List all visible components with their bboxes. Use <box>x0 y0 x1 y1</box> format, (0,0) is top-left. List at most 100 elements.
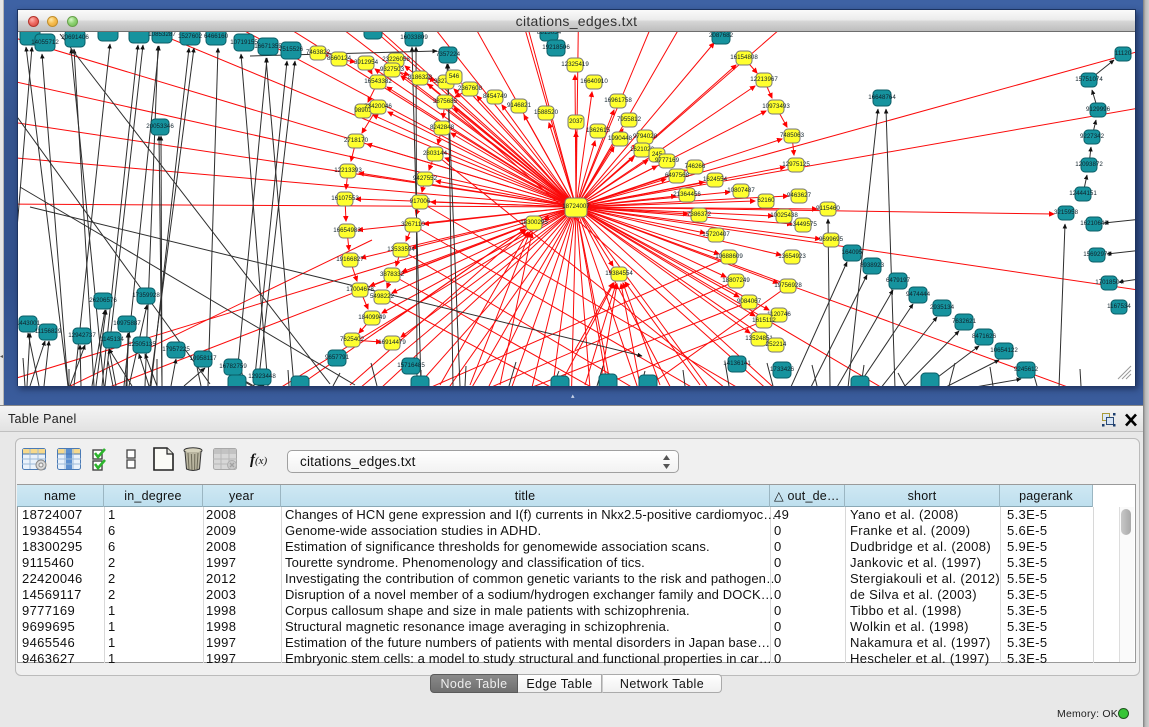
svg-text:6466160: 6466160 <box>204 33 229 40</box>
svg-text:9427552: 9427552 <box>413 175 438 182</box>
svg-text:12325419: 12325419 <box>561 61 589 68</box>
svg-text:8938923: 8938923 <box>860 262 885 269</box>
svg-text:16154808: 16154808 <box>730 54 758 61</box>
svg-text:12942737: 12942737 <box>68 332 96 339</box>
svg-text:10975887: 10975887 <box>113 320 141 327</box>
svg-text:7485063: 7485063 <box>780 132 805 139</box>
svg-text:11120: 11120 <box>1115 50 1132 57</box>
svg-text:1733426: 1733426 <box>770 366 795 373</box>
svg-text:23226058: 23226058 <box>382 56 410 63</box>
svg-text:1362615: 1362615 <box>586 127 611 134</box>
svg-text:9129996: 9129996 <box>1086 106 1111 113</box>
svg-text:17004678: 17004678 <box>346 286 374 293</box>
svg-text:14136141: 14136141 <box>723 360 751 367</box>
svg-text:8186328: 8186328 <box>408 74 433 81</box>
svg-text:1167534: 1167534 <box>1107 303 1131 310</box>
svg-text:8660124: 8660124 <box>327 55 352 62</box>
svg-text:9777169: 9777169 <box>655 157 680 164</box>
svg-text:1615112: 1615112 <box>752 317 776 324</box>
svg-text:18807249: 18807249 <box>722 277 750 284</box>
svg-text:19218506: 19218506 <box>542 44 570 51</box>
svg-text:10025438: 10025438 <box>770 212 798 219</box>
svg-text:12444151: 12444151 <box>1069 190 1097 197</box>
svg-text:11156829: 11156829 <box>35 328 62 335</box>
svg-text:1145134: 1145134 <box>100 336 124 343</box>
svg-text:3215958: 3215958 <box>1054 209 1079 216</box>
svg-text:252214: 252214 <box>766 341 787 348</box>
svg-text:16543382: 16543382 <box>364 78 392 85</box>
svg-text:16654983: 16654983 <box>333 227 361 234</box>
svg-text:20053346: 20053346 <box>146 123 174 130</box>
svg-text:16107553: 16107553 <box>331 195 359 202</box>
svg-text:10807487: 10807487 <box>727 187 755 194</box>
svg-text:10688609: 10688609 <box>715 253 743 260</box>
svg-text:9227342: 9227342 <box>1080 133 1105 140</box>
svg-text:9146821: 9146821 <box>507 102 532 109</box>
svg-text:9245612: 9245612 <box>1014 366 1039 373</box>
svg-text:2718170: 2718170 <box>344 137 369 144</box>
svg-text:6497568: 6497568 <box>665 172 690 179</box>
svg-text:9657791: 9657791 <box>325 354 350 361</box>
svg-text:8454749: 8454749 <box>483 93 508 100</box>
svg-text:19756928: 19756928 <box>774 282 802 289</box>
svg-text:20691406: 20691406 <box>61 34 89 41</box>
svg-text:12975125: 12975125 <box>782 161 810 168</box>
svg-text:16033809: 16033809 <box>400 34 428 41</box>
svg-text:7955812: 7955812 <box>617 116 642 123</box>
svg-text:164095: 164095 <box>842 249 863 256</box>
svg-text:3267110: 3267110 <box>401 221 425 228</box>
svg-text:16640910: 16640910 <box>580 78 608 85</box>
svg-text:9115460: 9115460 <box>816 205 840 212</box>
svg-text:12923448: 12923448 <box>248 373 276 380</box>
svg-text:2935134: 2935134 <box>930 304 955 311</box>
svg-text:7632621: 7632621 <box>952 318 977 325</box>
svg-text:9463627: 9463627 <box>787 192 812 199</box>
svg-text:13533594: 13533594 <box>387 246 415 253</box>
svg-text:10973493: 10973493 <box>762 103 790 110</box>
svg-text:12093872: 12093872 <box>1075 161 1103 168</box>
svg-text:26206576: 26206576 <box>89 297 117 304</box>
svg-text:13654923: 13654923 <box>778 253 806 260</box>
svg-text:1588520: 1588520 <box>534 109 559 116</box>
svg-text:3912954: 3912954 <box>354 59 379 66</box>
svg-text:12213393: 12213393 <box>334 167 362 174</box>
svg-text:19166827: 19166827 <box>336 256 364 263</box>
svg-text:17359928: 17359928 <box>132 292 160 299</box>
svg-text:9327503: 9327503 <box>380 66 405 73</box>
svg-text:8813054: 8813054 <box>537 32 562 36</box>
svg-text:9794028: 9794028 <box>633 133 658 140</box>
svg-text:8242848: 8242848 <box>430 124 455 131</box>
svg-text:546: 546 <box>449 73 460 80</box>
svg-text:8471626: 8471626 <box>972 333 997 340</box>
svg-text:5498222: 5498222 <box>370 293 395 300</box>
svg-text:2037: 2037 <box>569 118 583 125</box>
svg-text:18724007: 18724007 <box>562 203 590 210</box>
svg-text:23420046: 23420046 <box>364 103 392 110</box>
svg-text:15751074: 15751074 <box>1075 76 1103 83</box>
svg-text:16648764: 16648764 <box>868 94 896 101</box>
svg-text:7515526: 7515526 <box>279 46 304 53</box>
svg-text:9084067: 9084067 <box>737 298 762 305</box>
svg-text:1527602: 1527602 <box>178 33 203 40</box>
svg-text:15716485: 15716485 <box>397 362 425 369</box>
svg-text:10654122: 10654122 <box>990 347 1018 354</box>
svg-text:19384554: 19384554 <box>605 270 633 277</box>
svg-text:16782759: 16782759 <box>219 363 247 370</box>
svg-text:2803144: 2803144 <box>423 150 448 157</box>
svg-text:15692971: 15692971 <box>1083 251 1111 258</box>
svg-text:1624554: 1624554 <box>703 176 728 183</box>
svg-text:7625402: 7625402 <box>340 336 365 343</box>
svg-text:10853287: 10853287 <box>148 32 176 38</box>
svg-text:2367608: 2367608 <box>458 85 483 92</box>
svg-text:18300295: 18300295 <box>520 219 548 226</box>
svg-text:9474444: 9474444 <box>906 291 931 298</box>
svg-text:1443001: 1443001 <box>18 320 41 327</box>
svg-text:12213967: 12213967 <box>750 76 778 83</box>
svg-text:746266: 746266 <box>685 163 706 170</box>
svg-text:16914479: 16914479 <box>378 339 406 346</box>
svg-text:(x): (x) <box>255 455 268 467</box>
svg-text:7357224: 7357224 <box>436 51 461 58</box>
svg-text:14055712: 14055712 <box>31 39 59 46</box>
svg-text:21364456: 21364456 <box>673 191 701 198</box>
svg-text:17957225: 17957225 <box>162 346 190 353</box>
